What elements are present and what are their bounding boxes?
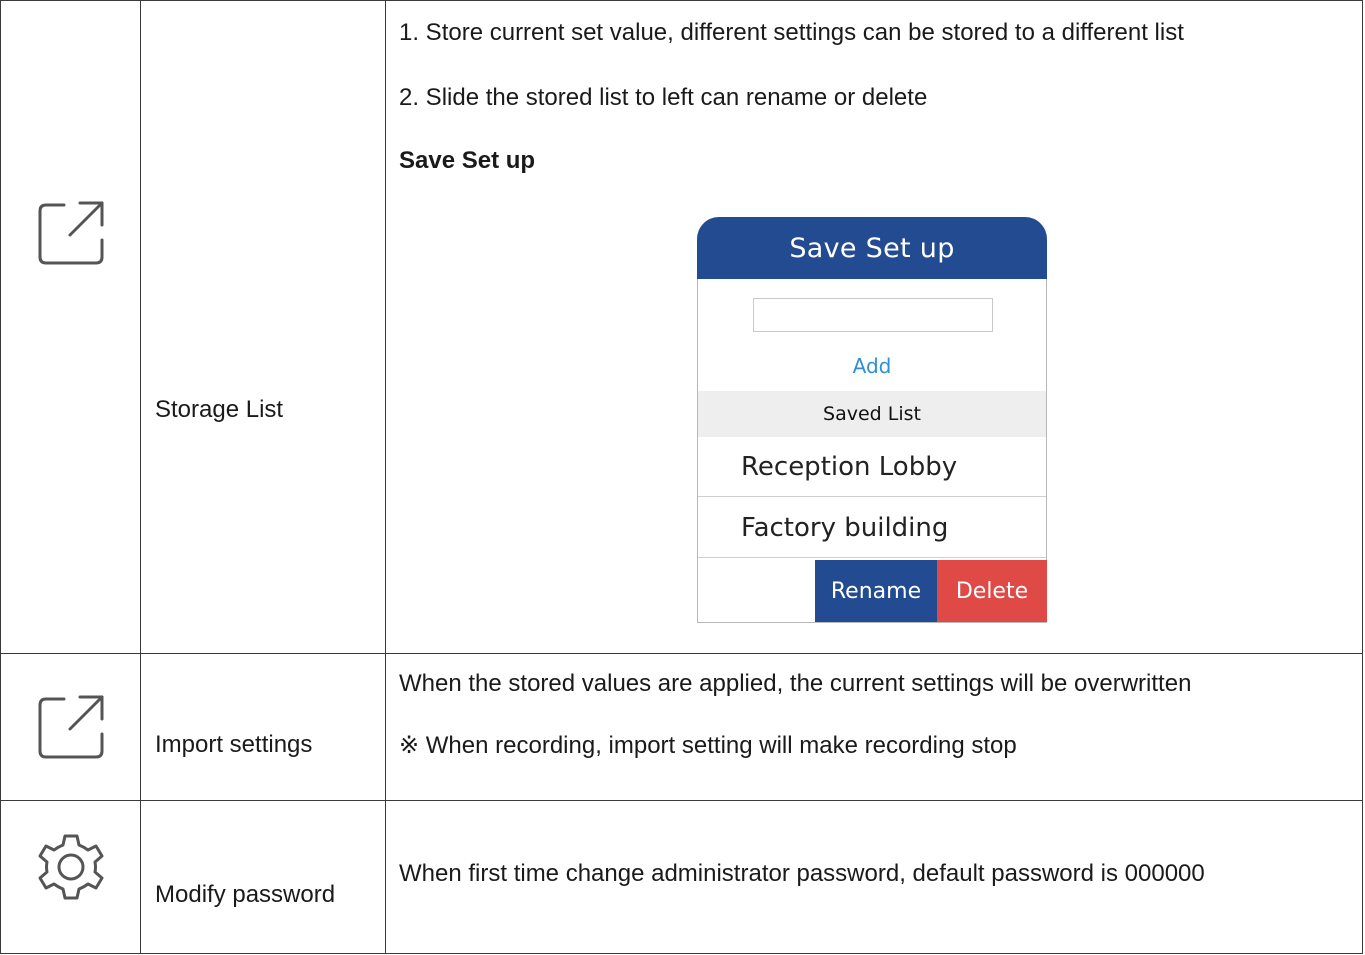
icon-cell (0, 653, 141, 801)
feature-table: Storage List 1. Store current set value,… (0, 0, 1363, 954)
feature-name: Modify password (155, 881, 336, 908)
description-cell: When the stored values are applied, the … (385, 653, 1363, 801)
gear-icon (1, 829, 140, 905)
saved-list-header: Saved List (698, 391, 1046, 437)
rename-button[interactable]: Rename (815, 560, 937, 622)
icon-cell (0, 0, 141, 654)
icon-cell (0, 800, 141, 954)
description-note: ※ When recording, import setting will ma… (399, 732, 1017, 759)
external-link-icon (1, 690, 140, 762)
delete-button[interactable]: Delete (937, 560, 1047, 622)
name-cell: Import settings (140, 653, 386, 801)
external-link-icon (1, 196, 140, 268)
description-cell: 1. Store current set value, different se… (385, 0, 1363, 654)
section-subheading: Save Set up (399, 147, 536, 174)
saved-list-item[interactable]: Reception Lobby (698, 437, 1046, 497)
save-setup-dialog: Save Set up Add Saved List Reception Lob… (697, 217, 1047, 624)
saved-list-item[interactable]: Factory building (698, 498, 1046, 558)
description-line: When first time change administrator pas… (399, 860, 1205, 887)
dialog-body: Add Saved List Reception Lobby Factory b… (697, 279, 1047, 623)
description-cell: When first time change administrator pas… (385, 800, 1363, 954)
feature-name: Import settings (155, 731, 313, 758)
description-line: 1. Store current set value, different se… (399, 19, 1184, 46)
add-button[interactable]: Add (698, 354, 1046, 378)
name-cell: Modify password (140, 800, 386, 954)
description-line: 2. Slide the stored list to left can ren… (399, 84, 928, 111)
feature-name: Storage List (155, 396, 284, 423)
description-line: When the stored values are applied, the … (399, 670, 1192, 697)
name-cell: Storage List (140, 0, 386, 654)
table-row-storage-list: Storage List 1. Store current set value,… (0, 0, 1363, 654)
dialog-title: Save Set up (697, 217, 1047, 279)
setup-name-input[interactable] (753, 298, 993, 332)
table-row-import-settings: Import settings When the stored values a… (0, 653, 1363, 801)
table-row-modify-password: Modify password When first time change a… (0, 800, 1363, 954)
